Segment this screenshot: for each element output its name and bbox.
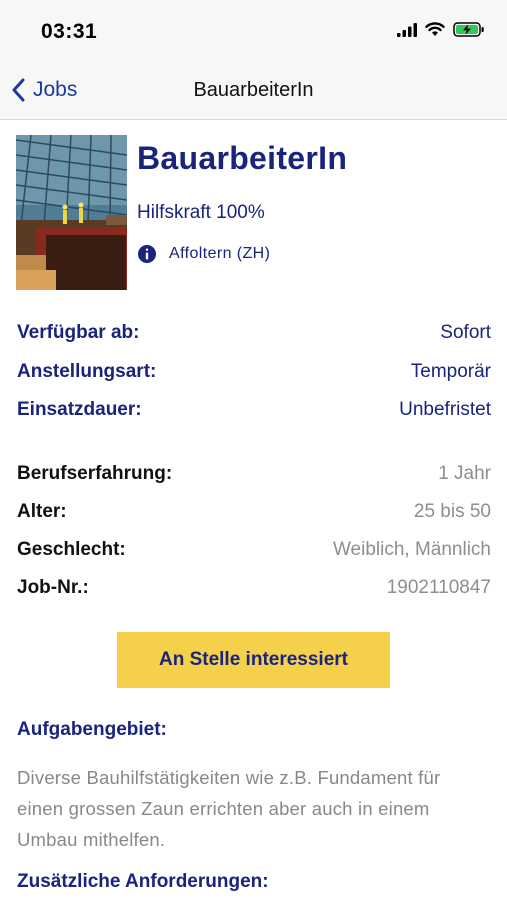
detail-value: Temporär [410,361,491,382]
detail-label: Einsatzdauer: [17,399,142,420]
detail-row-alter: Alter: 25 bis 50 [17,501,491,523]
detail-label: Berufserfahrung: [17,463,173,484]
detail-label: Verfügbar ab: [17,322,140,343]
status-time: 03:31 [41,20,98,43]
status-icons [397,22,485,37]
detail-value: 1 Jahr [438,463,491,484]
detail-row-berufserfahrung: Berufserfahrung: 1 Jahr [17,463,491,485]
detail-row-geschlecht: Geschlecht: Weiblich, Männlich [17,539,491,561]
job-subtitle: Hilfskraft 100% [137,202,265,223]
job-location: Affoltern (ZH) [137,244,270,264]
nav-title: BauarbeiterIn [193,79,314,101]
job-image [16,135,127,290]
interested-button[interactable]: An Stelle interessiert [117,632,390,688]
section-title-aufgabengebiet: Aufgabengebiet: [17,719,167,740]
detail-row-verfuegbar: Verfügbar ab: Sofort [17,322,491,344]
section-title-anforderungen: Zusätzliche Anforderungen: [17,871,269,892]
job-title: BauarbeiterIn [137,140,348,176]
detail-label: Geschlecht: [17,539,126,560]
detail-row-job-nr: Job-Nr.: 1902110847 [17,577,491,599]
detail-value: 1902110847 [386,577,491,598]
info-circle-icon [138,245,156,263]
signal-icon [397,22,417,37]
section-text-aufgabengebiet: Diverse Bauhilfstätigkeiten wie z.B. Fun… [17,767,441,850]
detail-label: Anstellungsart: [17,361,157,382]
detail-value: 25 bis 50 [413,501,491,522]
detail-value: Weiblich, Männlich [332,539,491,560]
location-text: Affoltern (ZH) [169,245,271,262]
detail-row-einsatzdauer: Einsatzdauer: Unbefristet [17,399,491,421]
battery-charging-icon [453,22,484,37]
detail-value: Unbefristet [399,399,491,420]
navigation-bar: Jobs BauarbeiterIn [0,62,507,120]
detail-row-anstellungsart: Anstellungsart: Temporär [17,361,491,383]
detail-label: Job-Nr.: [17,577,89,598]
detail-label: Alter: [17,501,67,522]
wifi-icon [425,22,445,36]
status-bar: 03:31 [0,0,507,62]
detail-value: Sofort [440,322,491,343]
